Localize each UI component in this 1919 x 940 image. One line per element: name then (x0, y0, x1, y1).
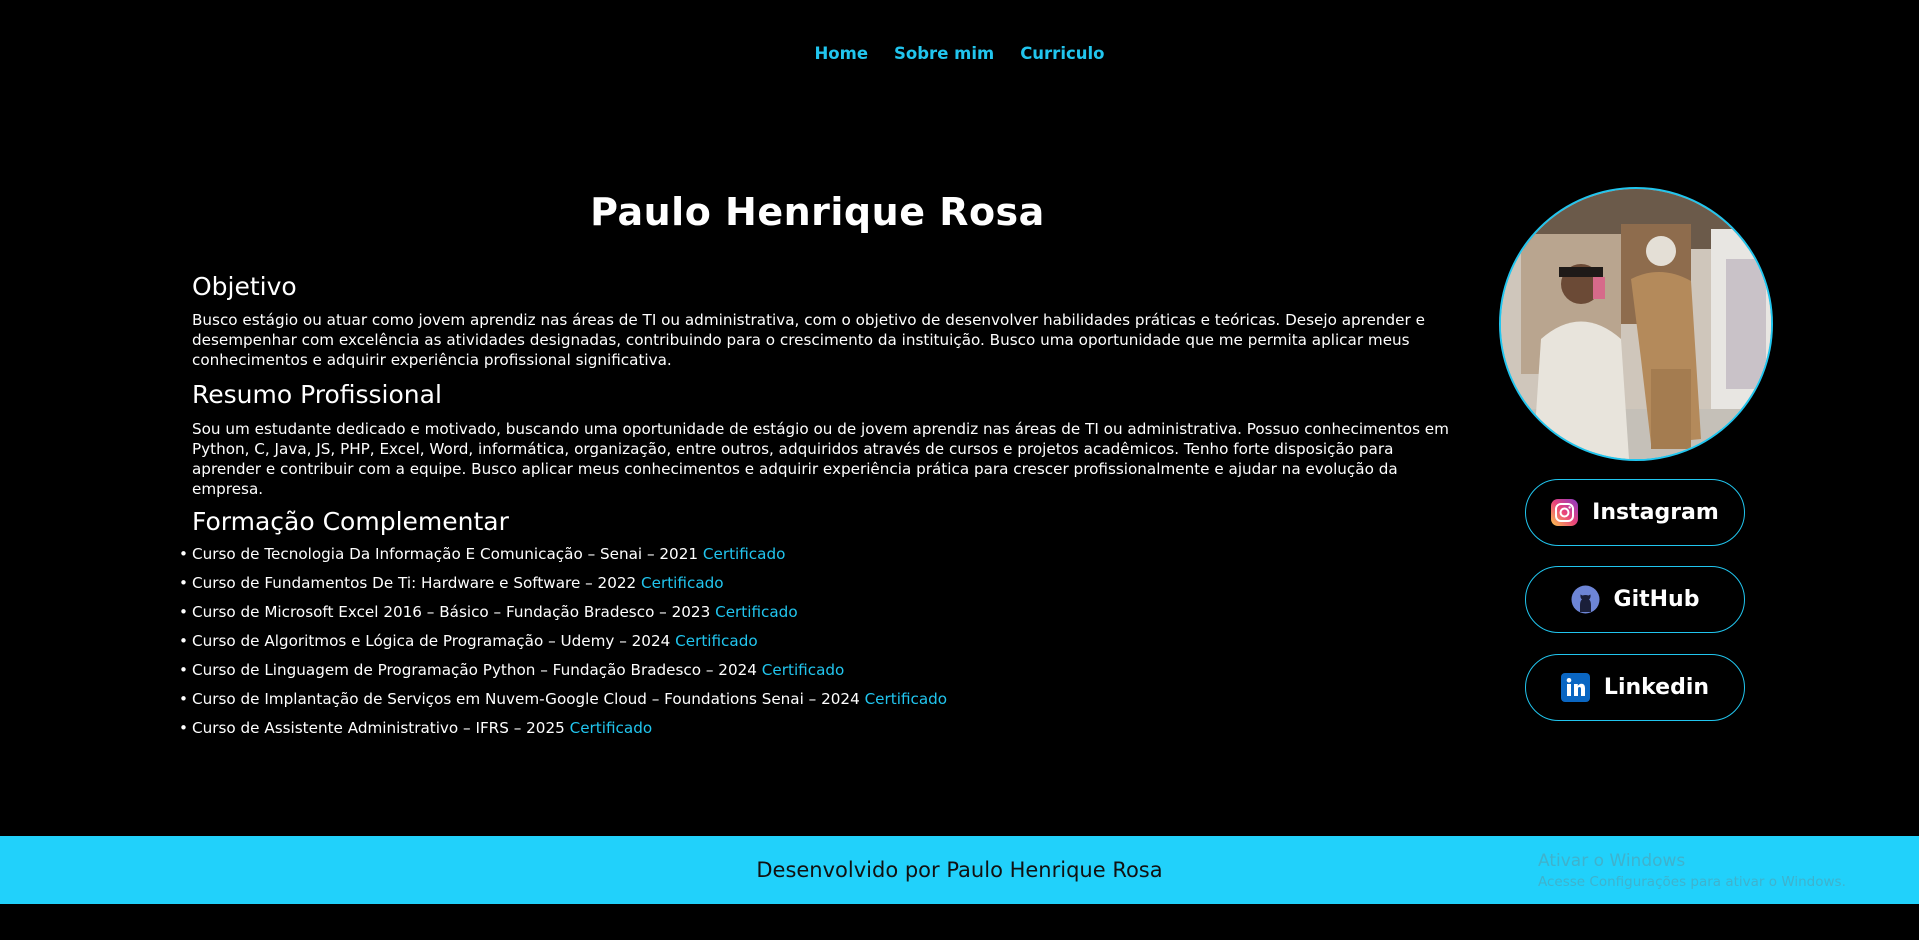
bullet-icon: • (179, 719, 188, 737)
top-nav: Home Sobre mim Curriculo (0, 44, 1919, 63)
course-text: Curso de Linguagem de Programação Python… (192, 661, 757, 679)
watermark-subtitle: Acesse Configurações para ativar o Windo… (1538, 874, 1846, 890)
objetivo-text: Busco estágio ou atuar como jovem aprend… (192, 311, 1425, 369)
avatar (1499, 187, 1773, 461)
certificado-link[interactable]: Certificado (570, 719, 653, 737)
certificado-link[interactable]: Certificado (762, 661, 845, 679)
bullet-icon: • (179, 661, 188, 679)
list-item: • Curso de Linguagem de Programação Pytho… (179, 660, 947, 689)
nav-curriculo-link[interactable]: Curriculo (1020, 44, 1104, 63)
resumo-heading: Resumo Profissional (192, 380, 442, 409)
linkedin-label: Linkedin (1603, 675, 1710, 700)
resumo-text: Sou um estudante dedicado e motivado, bu… (192, 420, 1449, 498)
list-item: • Curso de Fundamentos De Ti: Hardware e … (179, 573, 947, 602)
bullet-icon: • (179, 603, 188, 621)
course-text: Curso de Fundamentos De Ti: Hardware e S… (192, 574, 637, 592)
certificado-link[interactable]: Certificado (641, 574, 724, 592)
linkedin-button[interactable]: Linkedin (1525, 654, 1745, 721)
instagram-icon (1551, 499, 1579, 526)
course-text: Curso de Microsoft Excel 2016 – Básico –… (192, 603, 711, 621)
bullet-icon: • (179, 690, 188, 708)
windows-activation-watermark: Ativar o Windows Acesse Configurações pa… (1538, 851, 1846, 893)
course-text: Curso de Assistente Administrativo – IFR… (192, 719, 565, 737)
course-text: Curso de Algoritmos e Lógica de Programa… (192, 632, 671, 650)
certificado-link[interactable]: Certificado (715, 603, 798, 621)
certificado-link[interactable]: Certificado (703, 545, 786, 563)
list-item: • Curso de Algoritmos e Lógica de Program… (179, 631, 947, 660)
bullet-icon: • (179, 574, 188, 592)
list-item: • Curso de Implantação de Serviços em Nuv… (179, 689, 948, 718)
course-list: • Curso de Tecnologia Da Informação E Com… (179, 544, 948, 747)
objetivo-heading: Objetivo (192, 272, 297, 301)
github-icon (1571, 585, 1600, 614)
nav-home-link[interactable]: Home (815, 44, 869, 63)
list-item: • Curso de Tecnologia Da Informação E Com… (179, 544, 947, 573)
watermark-title: Ativar o Windows (1538, 851, 1686, 871)
linkedin-icon (1560, 673, 1590, 702)
formacao-heading: Formação Complementar (192, 507, 509, 536)
certificado-link[interactable]: Certificado (675, 632, 758, 650)
nav-sobre-mim-link[interactable]: Sobre mim (894, 44, 994, 63)
page: Home Sobre mim Curriculo Paulo Henrique … (0, 0, 1919, 940)
list-item: • Curso de Microsoft Excel 2016 – Básico … (179, 602, 947, 631)
instagram-label: Instagram (1592, 500, 1719, 525)
github-label: GitHub (1613, 587, 1700, 612)
page-title: Paulo Henrique Rosa (590, 190, 1045, 234)
main-content: Paulo Henrique Rosa Objetivo Busco estág… (179, 190, 1452, 737)
course-text: Curso de Tecnologia Da Informação E Comu… (192, 545, 699, 563)
course-text: Curso de Implantação de Serviços em Nuve… (192, 690, 860, 708)
bullet-icon: • (179, 632, 188, 650)
profile-photo (1501, 189, 1771, 459)
list-item: • Curso de Assistente Administrativo – IF… (179, 718, 947, 747)
instagram-button[interactable]: Instagram (1525, 479, 1745, 546)
footer-text: Desenvolvido por Paulo Henrique Rosa (756, 858, 1163, 882)
bullet-icon: • (179, 545, 188, 563)
github-button[interactable]: GitHub (1525, 566, 1745, 633)
certificado-link[interactable]: Certificado (865, 690, 948, 708)
